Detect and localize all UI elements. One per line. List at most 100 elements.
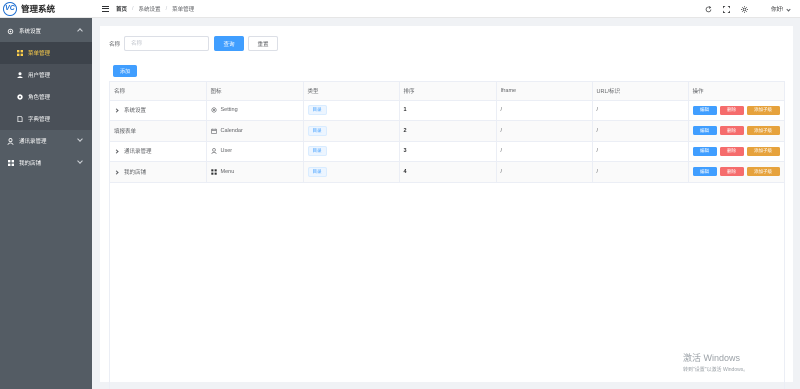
menu-grid-icon: [210, 169, 217, 175]
row-icon-name: Setting: [220, 107, 238, 114]
grid-icon: [7, 160, 14, 167]
document-icon: [16, 116, 23, 123]
table-row: 系统设置 Setting 目录 1 / / 编辑 删除 添加子级: [110, 100, 784, 121]
edit-button[interactable]: 编辑: [692, 105, 717, 115]
iframe-cell: /: [496, 161, 593, 183]
expand-arrow-icon[interactable]: [114, 108, 119, 113]
column-header-url: URL/标识: [592, 82, 689, 101]
breadcrumb-home[interactable]: 首页: [116, 5, 127, 13]
grid-icon: [16, 50, 23, 57]
sort-cell: 1: [399, 100, 497, 121]
expand-arrow-icon[interactable]: [114, 170, 119, 175]
sidebar-item-system-settings[interactable]: 系统设置: [0, 20, 92, 42]
add-button[interactable]: 添加: [113, 65, 137, 77]
table-row: 通讯录管理 User 目录 3 / / 编辑 删除 添加子级: [110, 141, 784, 162]
type-tag: 目录: [307, 125, 327, 136]
row-name: 系统设置: [124, 108, 147, 115]
actions-cell: 编辑 删除 添加子级: [688, 161, 784, 183]
chevron-down-icon: [77, 136, 83, 142]
iframe-cell: /: [496, 100, 593, 121]
add-child-button[interactable]: 添加子级: [746, 126, 780, 136]
type-cell: 目录: [303, 161, 400, 183]
add-child-button[interactable]: 添加子级: [746, 146, 780, 156]
sidebar-item-label: 通讯录管理: [19, 139, 47, 145]
delete-button[interactable]: 删除: [719, 146, 744, 156]
type-tag: 目录: [307, 146, 327, 157]
name-cell: 我的店铺: [110, 161, 207, 183]
name-cell: 填报表单: [110, 120, 207, 142]
type-cell: 目录: [303, 120, 400, 142]
icon-cell: Menu: [206, 161, 304, 183]
breadcrumb-separator: /: [132, 5, 134, 12]
breadcrumb-item: 菜单管理: [172, 6, 195, 13]
row-icon-name: Calendar: [220, 127, 243, 134]
main-content: 名称 查询 重置 添加 名称 图标 类型 排序 Iframe URL/标识 操作: [100, 26, 793, 389]
sort-cell: 4: [399, 161, 497, 183]
iframe-cell: /: [496, 120, 593, 142]
column-header-actions: 操作: [688, 82, 784, 101]
watermark-subtitle: 转到"设置"以激活 Windows。: [683, 367, 749, 373]
role-icon: [16, 94, 23, 101]
name-search-input[interactable]: [124, 36, 210, 51]
page-scrollbar[interactable]: [796, 18, 800, 389]
delete-button[interactable]: 删除: [719, 105, 744, 115]
sort-value: 1: [403, 107, 407, 114]
refresh-icon[interactable]: [705, 5, 712, 13]
sidebar-item-label: 我的店铺: [19, 161, 42, 167]
windows-activation-watermark: 激活 Windows 转到"设置"以激活 Windows。: [683, 351, 748, 373]
sidebar-item-label: 字典管理: [28, 117, 51, 123]
user-icon: [16, 72, 23, 79]
add-child-button[interactable]: 添加子级: [746, 105, 780, 115]
delete-button[interactable]: 删除: [719, 126, 744, 136]
sidebar-item-user-management[interactable]: 用户管理: [0, 64, 92, 86]
logo[interactable]: VC 管理系统: [0, 0, 92, 18]
row-icon-name: User: [220, 148, 233, 155]
logo-title: 管理系统: [21, 3, 56, 14]
url-cell: /: [592, 141, 689, 162]
sidebar-item-contacts[interactable]: 通讯录管理: [0, 130, 92, 152]
url-cell: /: [592, 161, 689, 183]
column-header-iframe: Iframe: [496, 82, 593, 101]
fullscreen-icon[interactable]: [722, 5, 730, 13]
delete-button[interactable]: 删除: [719, 167, 744, 177]
caret-down-icon: [786, 7, 791, 12]
edit-button[interactable]: 编辑: [692, 167, 717, 177]
edit-button[interactable]: 编辑: [692, 146, 717, 156]
type-cell: 目录: [303, 141, 400, 162]
logo-mark: VC: [3, 1, 17, 16]
name-cell: 系统设置: [110, 100, 207, 121]
sidebar-item-my-store[interactable]: 我的店铺: [0, 152, 92, 174]
table-header-row: 名称 图标 类型 排序 Iframe URL/标识 操作: [110, 82, 784, 101]
actions-cell: 编辑 删除 添加子级: [688, 100, 784, 121]
user-dropdown[interactable]: 你好!: [771, 5, 791, 13]
sort-cell: 3: [399, 141, 497, 162]
sort-value: 2: [403, 127, 407, 134]
breadcrumb-separator: /: [165, 5, 168, 12]
icon-cell: User: [206, 141, 304, 162]
breadcrumb-item: 系统设置: [138, 6, 161, 13]
sun-theme-icon[interactable]: [740, 5, 748, 13]
column-header-name: 名称: [110, 82, 207, 101]
query-button[interactable]: 查询: [214, 36, 245, 51]
type-tag: 目录: [307, 166, 327, 177]
column-header-sort: 排序: [399, 82, 497, 101]
sidebar-item-role-management[interactable]: 角色管理: [0, 86, 92, 108]
menu-toggle-icon[interactable]: [102, 5, 109, 12]
icon-cell: Setting: [206, 100, 304, 121]
column-header-icon: 图标: [206, 82, 304, 101]
row-name: 我的店铺: [124, 169, 147, 176]
reset-button[interactable]: 重置: [248, 36, 279, 51]
sidebar-item-menu-management[interactable]: 菜单管理: [0, 42, 92, 64]
contact-icon: [7, 137, 14, 145]
add-child-button[interactable]: 添加子级: [746, 167, 780, 177]
sidebar-item-dictionary-management[interactable]: 字典管理: [0, 108, 92, 130]
table-row: 填报表单 Calendar 目录 2 / / 编辑 删除 添加子级: [110, 120, 784, 142]
watermark-title: 激活 Windows: [683, 353, 741, 363]
calendar-icon: [210, 128, 217, 134]
edit-button[interactable]: 编辑: [692, 126, 717, 136]
table-row: 我的店铺 Menu 目录 4 / / 编辑 删除 添加子级: [110, 161, 784, 183]
sidebar: VC 管理系统 系统设置 菜单管理 用户管理 角色管理 字典管理 通讯录管理 我…: [0, 0, 92, 389]
expand-arrow-icon[interactable]: [114, 149, 119, 154]
type-cell: 目录: [303, 100, 400, 121]
column-header-type: 类型: [303, 82, 400, 101]
